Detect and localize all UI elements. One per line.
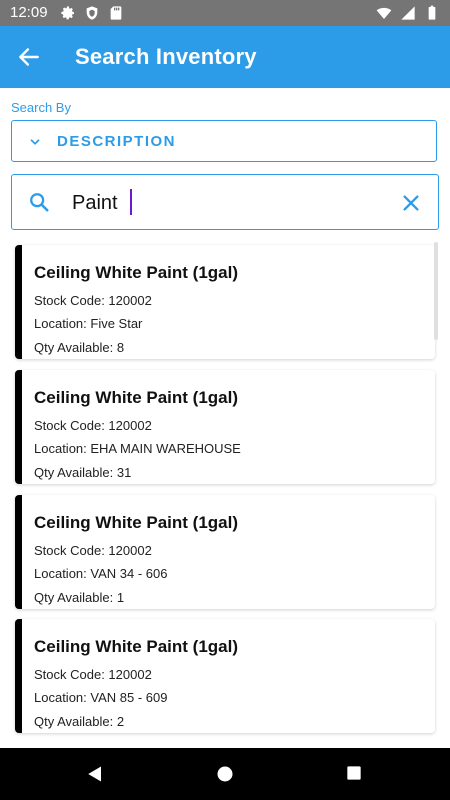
search-by-dropdown[interactable]: DESCRIPTION bbox=[11, 120, 437, 162]
chevron-down-icon bbox=[30, 139, 40, 145]
status-bar: 12:09 bbox=[0, 0, 450, 26]
system-nav-bar bbox=[0, 748, 450, 800]
search-by-selected: DESCRIPTION bbox=[57, 133, 177, 150]
item-title: Ceiling White Paint (1gal) bbox=[34, 388, 239, 407]
close-icon[interactable] bbox=[400, 192, 422, 214]
item-qty: Qty Available: 8 bbox=[34, 340, 125, 355]
item-qty: Qty Available: 1 bbox=[34, 590, 125, 605]
search-input[interactable] bbox=[72, 189, 372, 217]
text-caret bbox=[130, 189, 132, 215]
result-card[interactable]: Ceiling White Paint (1gal) Stock Code: 1… bbox=[15, 370, 435, 484]
item-stock-code: Stock Code: 120002 bbox=[34, 418, 152, 433]
nav-back-icon[interactable] bbox=[86, 765, 104, 783]
item-stock-code: Stock Code: 120002 bbox=[34, 667, 152, 682]
search-field bbox=[11, 174, 439, 230]
result-card[interactable]: Ceiling White Paint (1gal) Stock Code: 1… bbox=[15, 245, 435, 359]
wifi-icon bbox=[376, 7, 392, 19]
result-card[interactable]: Ceiling White Paint (1gal) Stock Code: 1… bbox=[15, 619, 435, 733]
item-title: Ceiling White Paint (1gal) bbox=[34, 263, 239, 282]
item-stock-code: Stock Code: 120002 bbox=[34, 543, 152, 558]
scroll-indicator[interactable] bbox=[434, 242, 438, 340]
item-qty: Qty Available: 2 bbox=[34, 714, 125, 729]
app-bar: Search Inventory bbox=[0, 26, 450, 88]
nav-recent-icon[interactable] bbox=[346, 765, 362, 781]
item-location: Location: Five Star bbox=[34, 316, 143, 331]
item-title: Ceiling White Paint (1gal) bbox=[34, 513, 239, 532]
search-by-label: Search By bbox=[11, 100, 71, 115]
item-qty: Qty Available: 31 bbox=[34, 465, 132, 480]
gear-icon bbox=[61, 6, 74, 20]
shield-icon bbox=[86, 6, 98, 20]
item-location: Location: VAN 34 - 606 bbox=[34, 566, 168, 581]
item-location: Location: EHA MAIN WAREHOUSE bbox=[34, 441, 241, 456]
back-arrow-icon[interactable] bbox=[16, 44, 42, 70]
item-stock-code: Stock Code: 120002 bbox=[34, 293, 152, 308]
page-title: Search Inventory bbox=[75, 44, 257, 69]
result-card[interactable]: Ceiling White Paint (1gal) Stock Code: 1… bbox=[15, 495, 435, 609]
item-location: Location: VAN 85 - 609 bbox=[34, 690, 168, 705]
nav-home-icon[interactable] bbox=[216, 765, 234, 783]
status-time: 12:09 bbox=[10, 4, 48, 21]
battery-icon bbox=[428, 5, 436, 20]
search-icon bbox=[30, 193, 49, 212]
signal-icon bbox=[401, 6, 415, 20]
item-title: Ceiling White Paint (1gal) bbox=[34, 637, 239, 656]
results-list[interactable]: Ceiling White Paint (1gal) Stock Code: 1… bbox=[0, 240, 450, 748]
sd-card-icon bbox=[110, 6, 122, 20]
